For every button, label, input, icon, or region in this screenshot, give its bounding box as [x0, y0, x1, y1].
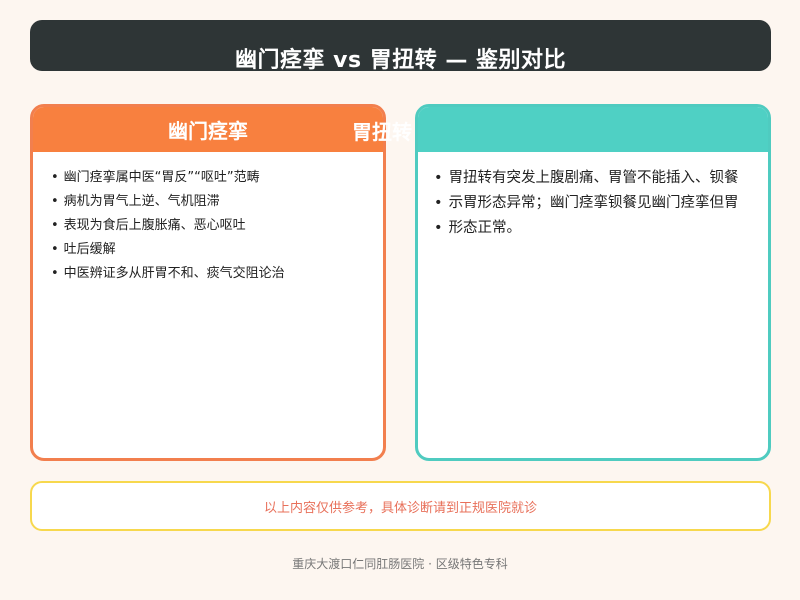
list-item: 吐后缓解 — [51, 238, 383, 262]
footer-text: 重庆大渡口仁同肛肠医院 · 区级特色专科 — [292, 557, 508, 571]
card-gastric-volvulus: 胃扭转有突发上腹剧痛、胃管不能插入、钡餐 示胃形态异常；幽门痉挛钡餐见幽门痉挛但… — [415, 104, 771, 461]
pyloric-spasm-list: 幽门痉挛属中医“胃反”“呕吐”范畴 病机为胃气上逆、气机阻滞 表现为食后上腹胀痛… — [33, 152, 383, 286]
page-title: 幽门痉挛 vs 胃扭转 — 鉴别对比 — [234, 47, 567, 73]
card-header-pyloric-spasm: 幽门痉挛 — [33, 107, 383, 152]
title-bar: 幽门痉挛 vs 胃扭转 — 鉴别对比 — [30, 20, 771, 73]
card-header-gastric-volvulus — [418, 107, 768, 152]
list-item: 胃扭转有突发上腹剧痛、胃管不能插入、钡餐 — [434, 166, 768, 191]
list-item: 病机为胃气上逆、气机阻滞 — [51, 190, 383, 214]
gastric-volvulus-list: 胃扭转有突发上腹剧痛、胃管不能插入、钡餐 示胃形态异常；幽门痉挛钡餐见幽门痉挛但… — [418, 152, 768, 241]
disclaimer-text: 以上内容仅供参考，具体诊断请到正规医院就诊 — [263, 500, 537, 516]
list-item: 示胃形态异常；幽门痉挛钡餐见幽门痉挛但胃 — [434, 191, 768, 216]
list-item: 中医辨证多从肝胃不和、痰气交阻论治 — [51, 262, 383, 286]
card-heading-pyloric-spasm: 幽门痉挛 — [168, 119, 248, 143]
list-item: 幽门痉挛属中医“胃反”“呕吐”范畴 — [51, 166, 383, 190]
disclaimer-box: 以上内容仅供参考，具体诊断请到正规医院就诊 — [30, 481, 771, 531]
card-pyloric-spasm: 幽门痉挛 幽门痉挛属中医“胃反”“呕吐”范畴 病机为胃气上逆、气机阻滞 表现为食… — [30, 104, 386, 461]
list-item: 表现为食后上腹胀痛、恶心呕吐 — [51, 214, 383, 238]
card-heading-gastric-volvulus: 胃扭转 — [352, 120, 412, 144]
list-item: 形态正常。 — [434, 216, 768, 241]
